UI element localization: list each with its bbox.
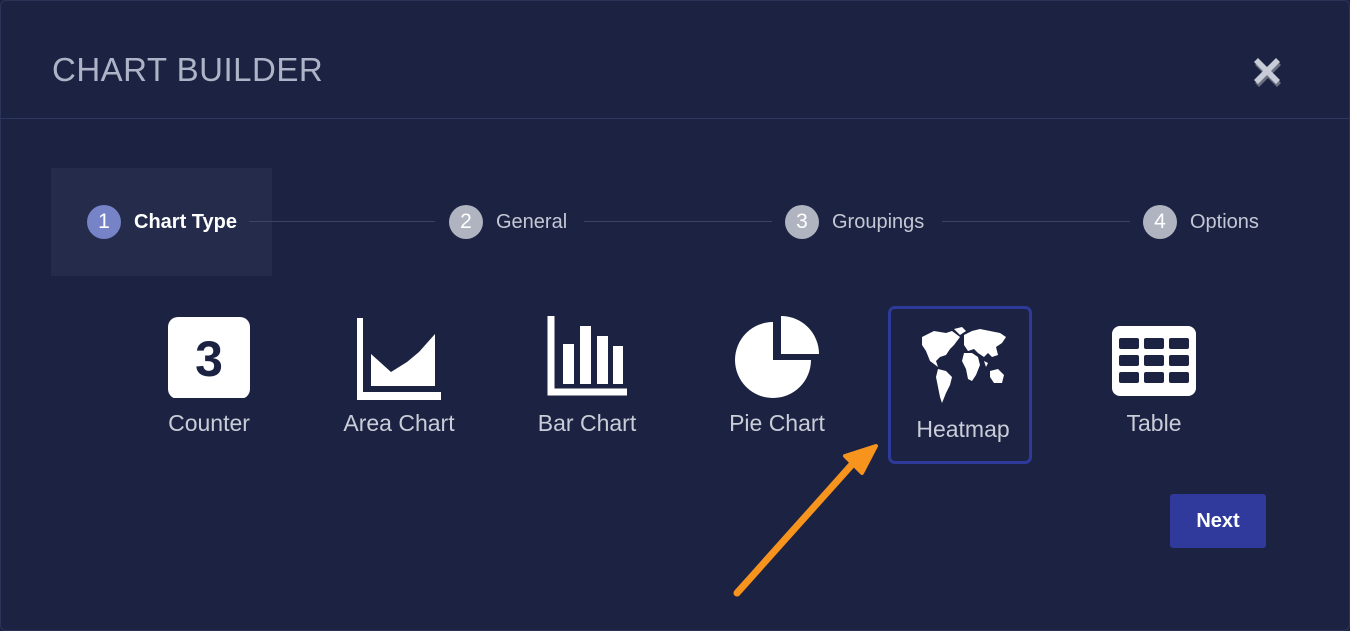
step-connector bbox=[249, 221, 435, 222]
svg-text:3: 3 bbox=[195, 331, 223, 387]
chart-type-label: Area Chart bbox=[343, 410, 455, 436]
chart-type-table[interactable]: Table bbox=[1082, 306, 1226, 464]
step-groupings[interactable]: 3 Groupings bbox=[785, 204, 924, 240]
bar-chart-icon bbox=[515, 316, 659, 406]
step-label: General bbox=[496, 210, 568, 233]
table-icon bbox=[1082, 316, 1226, 406]
close-icon[interactable] bbox=[1249, 53, 1285, 89]
chart-type-pie-chart[interactable]: Pie Chart bbox=[705, 306, 849, 464]
next-button[interactable]: Next bbox=[1170, 494, 1266, 548]
chart-type-label: Pie Chart bbox=[729, 410, 825, 436]
chart-type-bar-chart[interactable]: Bar Chart bbox=[515, 306, 659, 464]
chart-type-label: Table bbox=[1126, 410, 1182, 436]
step-label: Chart Type bbox=[134, 210, 237, 233]
chart-type-counter[interactable]: 3 Counter bbox=[137, 306, 281, 464]
chart-type-label: Bar Chart bbox=[537, 410, 637, 436]
chart-builder-dialog: CHART BUILDER 1 Chart Type 2 General 3 G… bbox=[0, 0, 1350, 631]
dialog-title: CHART BUILDER bbox=[52, 51, 324, 88]
step-label: Groupings bbox=[832, 210, 925, 233]
step-chart-type[interactable]: 1 Chart Type bbox=[87, 204, 237, 240]
step-connector bbox=[584, 221, 772, 222]
step-general[interactable]: 2 General bbox=[449, 204, 567, 240]
chart-type-label: Heatmap bbox=[916, 416, 1010, 442]
dialog-header: CHART BUILDER bbox=[1, 1, 1349, 119]
chart-type-label: Counter bbox=[168, 410, 250, 436]
step-number: 1 bbox=[87, 205, 121, 239]
step-label: Options bbox=[1190, 210, 1259, 233]
chart-type-area-chart[interactable]: Area Chart bbox=[327, 306, 471, 464]
chart-type-heatmap[interactable]: Heatmap bbox=[888, 306, 1032, 464]
step-number: 2 bbox=[449, 205, 483, 239]
step-number: 3 bbox=[785, 205, 819, 239]
step-options[interactable]: 4 Options bbox=[1143, 204, 1259, 240]
step-connector bbox=[942, 221, 1130, 222]
pie-chart-icon bbox=[705, 316, 849, 406]
area-chart-icon bbox=[327, 316, 471, 406]
world-map-icon bbox=[891, 319, 1035, 409]
step-number: 4 bbox=[1143, 205, 1177, 239]
counter-icon: 3 bbox=[137, 316, 281, 406]
